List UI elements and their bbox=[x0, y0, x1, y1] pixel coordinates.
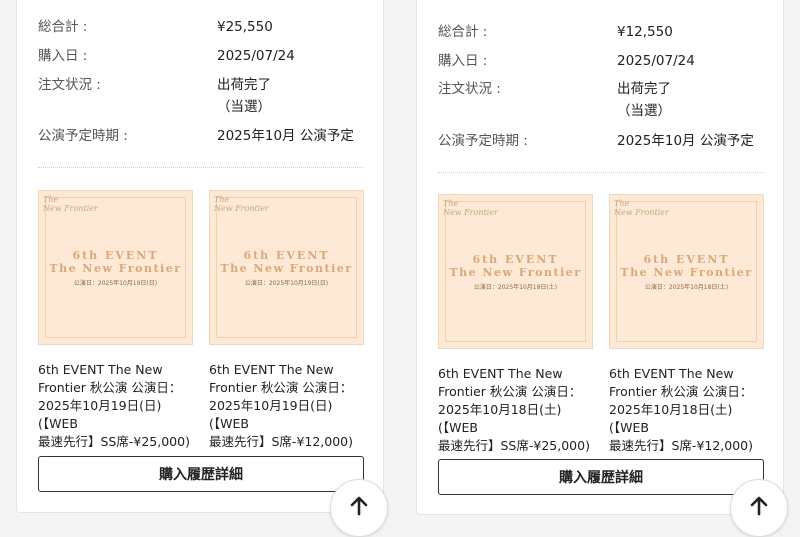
event-logo: The New Frontier bbox=[614, 199, 669, 217]
thumbnail-subtitle: The New Frontier bbox=[620, 266, 753, 279]
product-name-line: Frontier 秋公演 公演日： bbox=[38, 380, 182, 395]
thumbnail-title: 6th EVENT bbox=[243, 249, 330, 262]
product-name[interactable]: 6th EVENT The New Frontier 秋公演 公演日： 2025… bbox=[609, 365, 769, 455]
purchase-date-label: 購入日 : bbox=[38, 48, 88, 64]
order-status-result: （当選） bbox=[217, 99, 271, 115]
schedule-value: 2025年10月 公演予定 bbox=[217, 128, 354, 144]
product-thumbnail[interactable]: The New Frontier 6th EVENT The New Fronti… bbox=[438, 194, 593, 349]
thumbnail-title: 6th EVENT bbox=[472, 253, 559, 266]
total-value: ¥25,550 bbox=[217, 19, 273, 35]
product-thumbnail[interactable]: The New Frontier 6th EVENT The New Fronti… bbox=[209, 190, 364, 345]
thumbnail-title: 6th EVENT bbox=[643, 253, 730, 266]
thumbnail-date: 公演日：2025年10月19日(日) bbox=[73, 280, 158, 287]
divider bbox=[438, 172, 764, 173]
product-name[interactable]: 6th EVENT The New Frontier 秋公演 公演日： 2025… bbox=[209, 361, 369, 451]
product-name-line: 最速先行】S席-¥12,000) bbox=[209, 434, 354, 449]
thumbnail-subtitle: The New Frontier bbox=[220, 262, 353, 275]
product-thumbnail[interactable]: The New Frontier 6th EVENT The New Fronti… bbox=[609, 194, 764, 349]
product-name[interactable]: 6th EVENT The New Frontier 秋公演 公演日： 2025… bbox=[438, 365, 598, 455]
order-card: 総合計 : ¥12,550 購入日 : 2025/07/24 注文状況 : 出荷… bbox=[416, 0, 784, 515]
product-name-line: 2025年10月18日(土)(【WEB bbox=[438, 402, 562, 435]
purchase-history-detail-button[interactable]: 購入履歴詳細 bbox=[438, 459, 764, 495]
order-status-result: （当選） bbox=[617, 103, 671, 119]
product-name[interactable]: 6th EVENT The New Frontier 秋公演 公演日： 2025… bbox=[38, 361, 198, 451]
purchase-date-label: 購入日 : bbox=[438, 53, 488, 69]
order-status-value: 出荷完了 bbox=[217, 77, 271, 93]
order-status-label: 注文状況 : bbox=[438, 81, 501, 97]
thumbnail-subtitle: The New Frontier bbox=[449, 266, 582, 279]
thumbnail-date: 公演日：2025年10月19日(日) bbox=[244, 280, 329, 287]
product-thumbnail[interactable]: The New Frontier 6th EVENT The New Fronti… bbox=[38, 190, 193, 345]
total-value: ¥12,550 bbox=[617, 24, 673, 40]
product-name-line: Frontier 秋公演 公演日： bbox=[209, 380, 353, 395]
order-status-label: 注文状況 : bbox=[38, 77, 101, 93]
order-card: 総合計 : ¥25,550 購入日 : 2025/07/24 注文状況 : 出荷… bbox=[16, 0, 384, 513]
product-name-line: Frontier 秋公演 公演日： bbox=[609, 384, 753, 399]
schedule-value: 2025年10月 公演予定 bbox=[617, 133, 754, 149]
product-name-line: 6th EVENT The New bbox=[609, 366, 734, 381]
scroll-top-button[interactable] bbox=[330, 479, 388, 537]
product-name-line: 2025年10月18日(土)(【WEB bbox=[609, 402, 733, 435]
schedule-label: 公演予定時期 : bbox=[438, 133, 528, 149]
product-name-line: 最速先行】SS席-¥25,000) bbox=[38, 434, 190, 449]
thumbnail-date: 公演日：2025年10月18日(土) bbox=[473, 284, 558, 291]
event-logo: The New Frontier bbox=[43, 195, 98, 213]
purchase-date-value: 2025/07/24 bbox=[617, 53, 695, 69]
product-name-line: Frontier 秋公演 公演日： bbox=[438, 384, 582, 399]
arrow-up-icon bbox=[748, 495, 770, 521]
thumbnail-title: 6th EVENT bbox=[72, 249, 159, 262]
total-label: 総合計 : bbox=[38, 19, 88, 35]
schedule-label: 公演予定時期 : bbox=[38, 128, 128, 144]
thumbnail-subtitle: The New Frontier bbox=[49, 262, 182, 275]
purchase-date-value: 2025/07/24 bbox=[217, 48, 295, 64]
product-name-line: 2025年10月19日(日)(【WEB bbox=[209, 398, 333, 431]
thumbnail-date: 公演日：2025年10月18日(土) bbox=[644, 284, 729, 291]
arrow-up-icon bbox=[348, 495, 370, 521]
total-label: 総合計 : bbox=[438, 24, 488, 40]
product-name-line: 最速先行】S席-¥12,000) bbox=[609, 438, 754, 453]
product-name-line: 最速先行】SS席-¥25,000) bbox=[438, 438, 590, 453]
purchase-history-detail-button[interactable]: 購入履歴詳細 bbox=[38, 456, 364, 492]
scroll-top-button[interactable] bbox=[730, 479, 788, 537]
product-name-line: 6th EVENT The New bbox=[209, 362, 334, 377]
order-status-value: 出荷完了 bbox=[617, 81, 671, 97]
event-logo: The New Frontier bbox=[443, 199, 498, 217]
product-name-line: 2025年10月19日(日)(【WEB bbox=[38, 398, 162, 431]
product-name-line: 6th EVENT The New bbox=[438, 366, 563, 381]
event-logo: The New Frontier bbox=[214, 195, 269, 213]
divider bbox=[38, 167, 364, 168]
product-name-line: 6th EVENT The New bbox=[38, 362, 163, 377]
